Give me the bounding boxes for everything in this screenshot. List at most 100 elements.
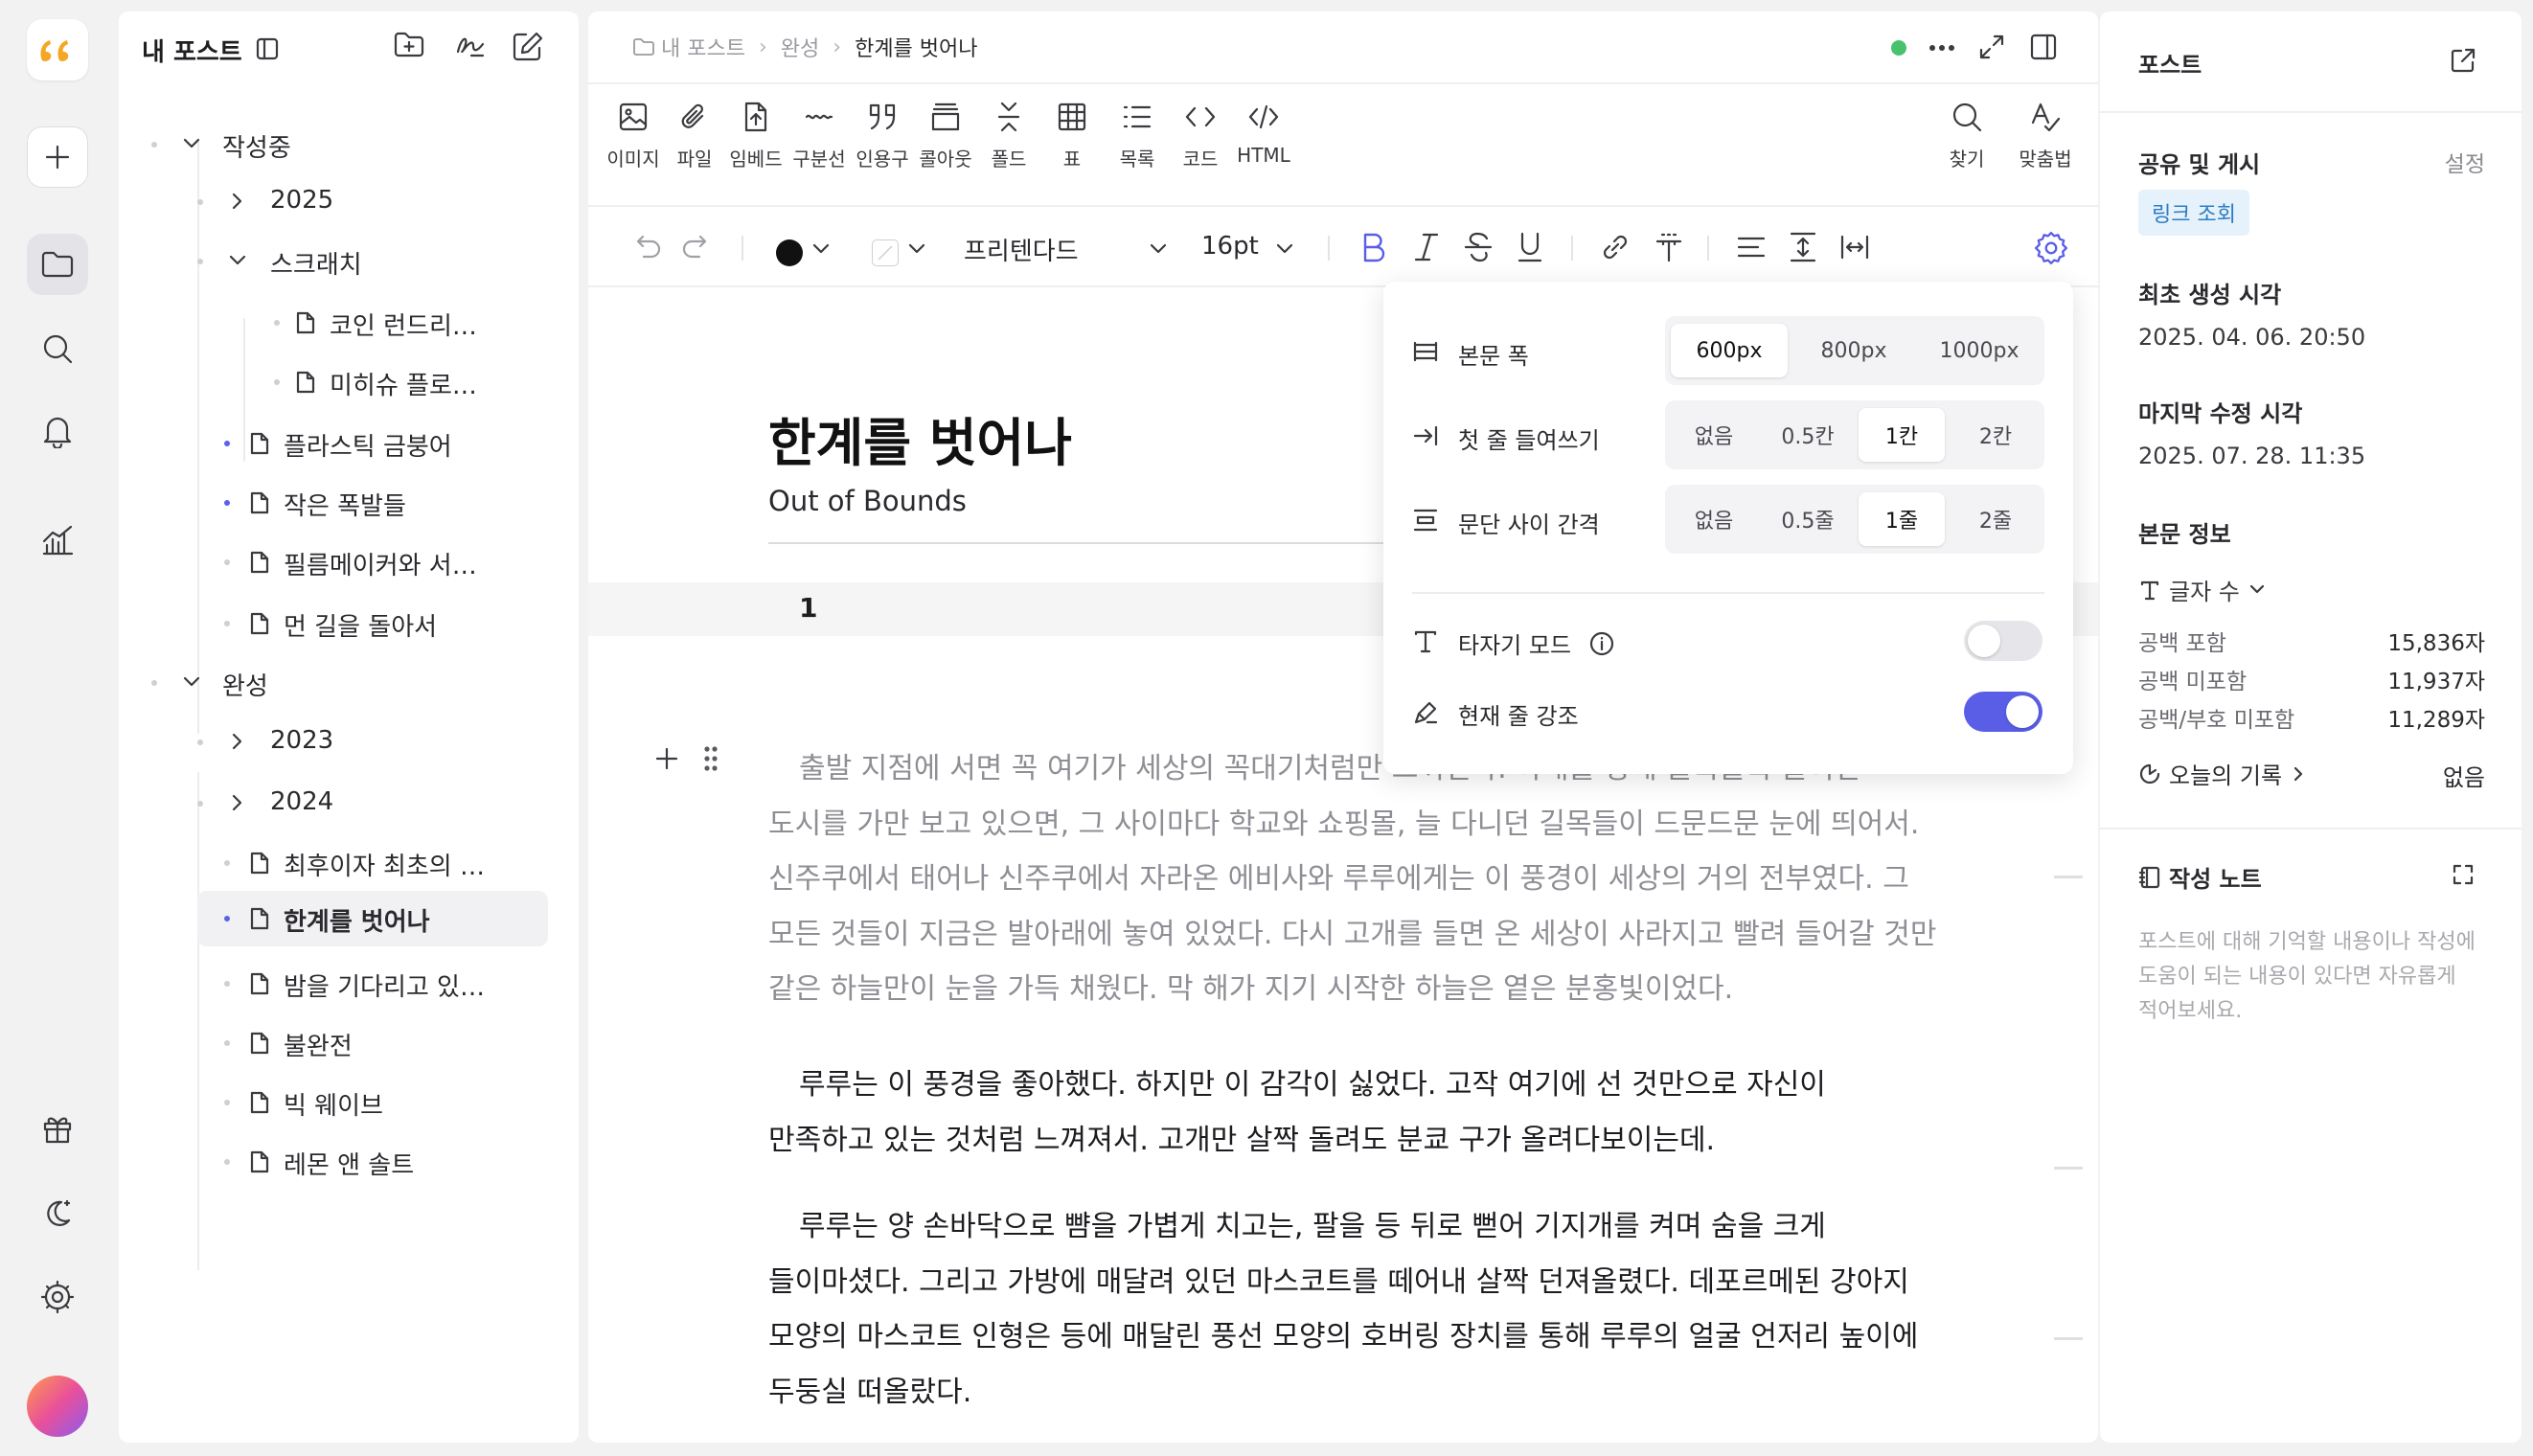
chevron-down-icon[interactable] xyxy=(1274,241,1295,257)
fold-icon xyxy=(997,102,1020,132)
spacing-option-selected[interactable]: 1줄 xyxy=(1859,492,1945,546)
handwriting-icon[interactable] xyxy=(454,31,487,59)
expand-icon[interactable] xyxy=(1977,33,2006,61)
indent-option[interactable]: 2칸 xyxy=(1952,408,2039,462)
width-option-600[interactable]: 600px xyxy=(1671,324,1788,377)
tree-bullet xyxy=(151,680,157,686)
search-nav-button[interactable] xyxy=(27,318,88,379)
typewriter-mode-setting: 타자기 모드 xyxy=(1412,617,2044,665)
drag-handle-icon[interactable] xyxy=(701,743,720,774)
align-icon[interactable] xyxy=(1734,230,1769,264)
char-count-select[interactable]: 글자 수 xyxy=(2138,573,2267,606)
panel-layout-icon[interactable] xyxy=(255,36,280,61)
external-link-icon[interactable] xyxy=(2449,46,2477,75)
body-info-label: 본문 정보 xyxy=(2138,521,2231,548)
char-count-label: 글자 수 xyxy=(2169,579,2240,605)
redo-icon[interactable] xyxy=(680,230,715,262)
text-color-swatch[interactable] xyxy=(776,239,803,266)
document-icon xyxy=(250,612,269,635)
more-icon[interactable] xyxy=(1928,36,1956,59)
undo-icon[interactable] xyxy=(628,230,663,262)
breadcrumb-item[interactable]: 내 포스트 xyxy=(661,32,745,62)
spellcheck-button[interactable]: 맞춤법 xyxy=(2002,100,2088,171)
strikethrough-icon[interactable] xyxy=(1462,230,1495,264)
posts-nav-button[interactable] xyxy=(27,234,88,295)
count-row-label: 공백 포함 xyxy=(2138,631,2226,656)
tree-bullet xyxy=(224,1100,230,1105)
italic-icon[interactable] xyxy=(1410,230,1443,264)
underline-icon[interactable] xyxy=(1514,230,1546,264)
insert-html-button[interactable]: HTML xyxy=(1221,100,1307,167)
width-option-1000[interactable]: 1000px xyxy=(1920,324,2039,377)
chevron-down-icon xyxy=(183,138,200,148)
notifications-nav-button[interactable] xyxy=(27,400,88,462)
tree-bullet xyxy=(197,739,203,745)
paragraph-marker xyxy=(2054,1337,2083,1340)
divider xyxy=(1707,236,1709,261)
spacing-option[interactable]: 없음 xyxy=(1671,492,1757,546)
info-icon[interactable] xyxy=(1588,630,1615,657)
toggle-right-panel-icon[interactable] xyxy=(2029,33,2058,61)
file-panel: 내 포스트 작성중 2025 스크래치 코인 런드리… 미히슈 플로… 플라스틱… xyxy=(119,11,579,1443)
font-family-select[interactable]: 프리텐다드 xyxy=(964,232,1079,267)
document-icon xyxy=(250,551,269,574)
new-folder-icon[interactable] xyxy=(393,31,425,59)
document-title[interactable]: 한계를 벗어나 xyxy=(768,400,1072,476)
theme-nav-button[interactable] xyxy=(27,1182,88,1243)
tree-bullet xyxy=(274,379,280,385)
breadcrumb-item[interactable]: 완성 xyxy=(781,32,819,62)
chevron-down-icon[interactable] xyxy=(1148,241,1169,257)
typewriter-mode-toggle[interactable] xyxy=(1964,621,2042,661)
letter-spacing-icon[interactable] xyxy=(1837,230,1872,264)
file-panel-title: 내 포스트 xyxy=(142,38,242,67)
highlight-color-swatch[interactable] xyxy=(872,239,899,266)
settings-icon[interactable] xyxy=(2033,230,2069,266)
indent-option[interactable]: 0.5칸 xyxy=(1765,408,1851,462)
paragraph[interactable]: 루루는 이 풍경을 좋아했다. 하지만 이 감각이 싫었다. 고작 여기에 선 … xyxy=(768,1058,1937,1168)
indent-option-selected[interactable]: 1칸 xyxy=(1859,408,1945,462)
divider xyxy=(742,236,743,261)
new-post-button[interactable] xyxy=(27,126,88,188)
share-settings-link[interactable]: 설정 xyxy=(2445,146,2485,178)
font-size-select[interactable]: 16pt xyxy=(1201,232,1259,261)
count-row-value: 11,937자 xyxy=(2387,670,2485,694)
settings-nav-button[interactable] xyxy=(27,1266,88,1328)
writing-notes-label: 작성 노트 xyxy=(2169,866,2262,893)
chevron-down-icon[interactable] xyxy=(810,241,832,257)
indent-option[interactable]: 없음 xyxy=(1671,408,1757,462)
bold-icon[interactable] xyxy=(1357,230,1389,264)
tree-bullet xyxy=(224,1159,230,1165)
paragraph[interactable]: 루루는 양 손바닥으로 뺨을 가볍게 치고는, 팔을 등 뒤로 뻗어 기지개를 … xyxy=(768,1199,1937,1420)
tree-bullet xyxy=(197,259,203,264)
indent-icon xyxy=(1413,425,1438,446)
spacing-option[interactable]: 0.5줄 xyxy=(1765,492,1851,546)
gift-nav-button[interactable] xyxy=(27,1098,88,1159)
spellcheck-icon xyxy=(2031,102,2061,132)
document-subtitle[interactable]: Out of Bounds xyxy=(768,485,967,517)
app-logo[interactable] xyxy=(27,19,88,80)
current-line-highlight-setting: 현재 줄 강조 xyxy=(1412,688,2044,736)
user-avatar[interactable] xyxy=(27,1376,88,1437)
quote-icon xyxy=(869,103,896,130)
tree-bullet xyxy=(197,801,203,807)
find-button[interactable]: 찾기 xyxy=(1924,100,2010,171)
add-block-icon[interactable] xyxy=(653,745,680,772)
width-option-800[interactable]: 800px xyxy=(1795,324,1912,377)
tree-doc-selected[interactable]: 한계를 벗어나 xyxy=(197,891,548,946)
link-icon[interactable] xyxy=(1598,230,1632,264)
divider xyxy=(1412,592,2044,594)
chevron-down-icon[interactable] xyxy=(906,241,927,257)
current-line-highlight-toggle[interactable] xyxy=(1964,692,2042,732)
ruby-text-icon[interactable] xyxy=(1652,230,1686,264)
tree-bullet xyxy=(224,441,230,446)
line-height-icon[interactable] xyxy=(1786,230,1820,264)
spacing-option[interactable]: 2줄 xyxy=(1952,492,2039,546)
new-post-icon[interactable] xyxy=(512,31,544,61)
stats-nav-button[interactable] xyxy=(27,510,88,571)
setting-label: 문단 사이 간격 xyxy=(1458,512,1600,538)
writing-notes-input[interactable]: 포스트에 대해 기억할 내용이나 작성에 도움이 되는 내용이 있다면 자유롭게… xyxy=(2138,925,2493,1029)
today-record-link[interactable]: 오늘의 기록 xyxy=(2138,757,2305,790)
paragraph[interactable]: 출발 지점에 서면 꼭 여기가 세상의 꼭대기처럼만 느껴진다. 아래를 향해 … xyxy=(768,741,1937,1017)
callout-icon xyxy=(931,102,960,131)
expand-icon[interactable] xyxy=(2451,862,2476,887)
